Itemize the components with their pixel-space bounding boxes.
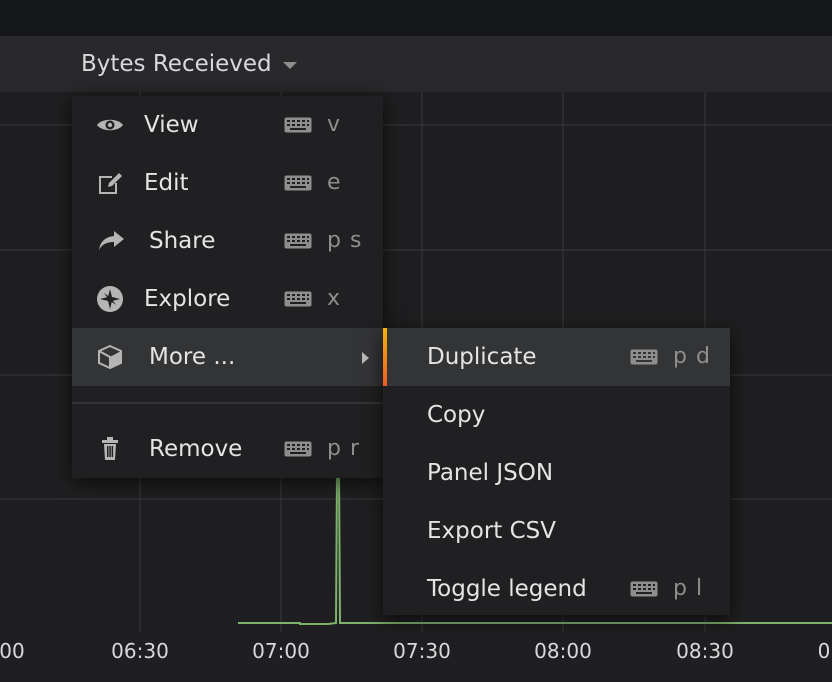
menu-item-remove[interactable]: Remove p r bbox=[72, 420, 383, 478]
trash-icon bbox=[94, 434, 126, 464]
active-indicator bbox=[383, 328, 387, 386]
x-tick-label: 08:00 bbox=[534, 639, 592, 663]
shortcut-keys: p d bbox=[673, 344, 711, 369]
keyboard-icon bbox=[284, 441, 312, 457]
compass-icon bbox=[94, 284, 126, 314]
menu-item-view[interactable]: View v bbox=[72, 96, 383, 154]
top-strip bbox=[0, 0, 832, 36]
shortcut-keys: p l bbox=[673, 576, 704, 601]
keyboard-icon bbox=[284, 233, 312, 249]
panel-header: Bytes Receieved bbox=[0, 36, 832, 92]
panel-title: Bytes Receieved bbox=[81, 51, 272, 77]
menu-item-label: Explore bbox=[144, 286, 231, 312]
more-submenu: Duplicate p d Copy Panel JSON Export CSV… bbox=[383, 328, 730, 615]
menu-item-label: Remove bbox=[149, 436, 243, 462]
menu-item-label: Edit bbox=[144, 170, 189, 196]
shortcut-keys: x bbox=[327, 286, 342, 311]
panel-menu: View v Edit e Share p s Explore x More .… bbox=[72, 96, 383, 478]
submenu-item-copy[interactable]: Copy bbox=[383, 386, 730, 444]
keyboard-icon bbox=[630, 581, 658, 597]
keyboard-icon bbox=[284, 117, 312, 133]
x-tick-label: 00 bbox=[0, 639, 25, 663]
submenu-item-label: Export CSV bbox=[427, 518, 556, 544]
submenu-item-toggle-legend[interactable]: Toggle legend p l bbox=[383, 560, 730, 618]
shortcut-keys: p r bbox=[327, 436, 361, 461]
edit-icon bbox=[94, 168, 126, 198]
submenu-item-label: Copy bbox=[427, 402, 486, 428]
submenu-item-export-csv[interactable]: Export CSV bbox=[383, 502, 730, 560]
eye-icon bbox=[94, 110, 126, 140]
x-tick-label: 07:30 bbox=[393, 639, 451, 663]
x-tick-label: 07:00 bbox=[252, 639, 310, 663]
share-icon bbox=[94, 226, 126, 256]
submenu-item-panel-json[interactable]: Panel JSON bbox=[383, 444, 730, 502]
menu-item-label: More ... bbox=[149, 344, 236, 370]
submenu-item-duplicate[interactable]: Duplicate p d bbox=[383, 328, 730, 386]
keyboard-icon bbox=[284, 175, 312, 191]
shortcut-keys: p s bbox=[327, 228, 363, 253]
keyboard-icon bbox=[284, 291, 312, 307]
menu-divider bbox=[72, 402, 383, 404]
caret-down-icon bbox=[282, 61, 297, 69]
x-tick-label: 06:30 bbox=[111, 639, 169, 663]
shortcut-keys: v bbox=[327, 112, 342, 137]
menu-item-label: Share bbox=[149, 228, 216, 254]
shortcut-keys: e bbox=[327, 170, 342, 195]
menu-item-share[interactable]: Share p s bbox=[72, 212, 383, 270]
x-axis: 00 06:30 07:00 07:30 08:00 08:30 0 bbox=[0, 632, 832, 682]
menu-item-label: View bbox=[144, 112, 199, 138]
menu-item-more[interactable]: More ... bbox=[72, 328, 383, 386]
submenu-item-label: Toggle legend bbox=[427, 576, 587, 602]
x-tick-label: 08:30 bbox=[676, 639, 734, 663]
panel-title-button[interactable]: Bytes Receieved bbox=[81, 50, 297, 78]
x-tick-label: 0 bbox=[817, 639, 831, 663]
chevron-right-icon bbox=[362, 352, 369, 364]
cube-icon bbox=[94, 342, 126, 372]
menu-item-edit[interactable]: Edit e bbox=[72, 154, 383, 212]
keyboard-icon bbox=[630, 349, 658, 365]
submenu-item-label: Panel JSON bbox=[427, 460, 554, 486]
menu-item-explore[interactable]: Explore x bbox=[72, 270, 383, 328]
submenu-item-label: Duplicate bbox=[427, 344, 537, 370]
